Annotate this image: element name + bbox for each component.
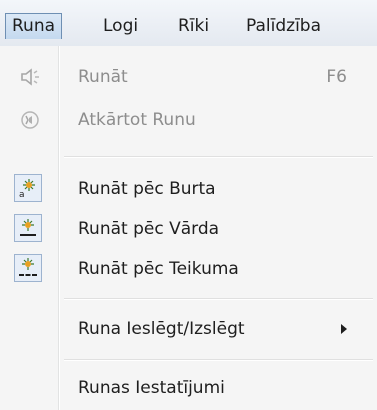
- runa-dropdown-menu: Runāt F6 Atkārtot Runu a Runāt pēc Burta: [0, 46, 377, 410]
- menu-bar: Runa Logi Rīki Palīdzība: [0, 0, 377, 47]
- menu-item-label: Runāt pēc Burta: [78, 179, 216, 199]
- svg-text:a: a: [19, 190, 25, 199]
- menu-item-runat: Runāt F6: [4, 58, 373, 96]
- menu-item-runa-ieslegt-izslegt[interactable]: Runa Ieslēgt/Izslēgt: [4, 310, 373, 348]
- menu-item-runat-pec-teikuma[interactable]: Runāt pēc Teikuma: [4, 250, 373, 288]
- menu-item-label: Runāt pēc Teikuma: [78, 259, 239, 279]
- menu-item-runat-pec-burta[interactable]: a Runāt pēc Burta: [4, 170, 373, 208]
- speak-word-icon: [14, 214, 42, 242]
- menu-item-label: Runa Ieslēgt/Izslēgt: [78, 319, 245, 339]
- menu-separator: [64, 298, 373, 300]
- menu-item-label: Runas Iestatījumi: [78, 378, 225, 398]
- menu-item-label: Runāt pēc Vārda: [78, 219, 220, 239]
- menu-item-runas-iestatijumi[interactable]: Runas Iestatījumi: [4, 369, 373, 407]
- submenu-arrow-icon: [341, 324, 347, 334]
- menu-item-label: Atkārtot Runu: [78, 110, 196, 130]
- menu-item-atkartot-runu: Atkārtot Runu: [4, 101, 373, 139]
- menu-palidziba[interactable]: Palīdzība: [240, 13, 327, 39]
- speak-letter-icon: a: [14, 174, 42, 202]
- menu-separator: [64, 359, 373, 361]
- menu-item-shortcut: F6: [326, 67, 347, 87]
- speak-sentence-icon: [14, 254, 42, 282]
- menu-runa[interactable]: Runa: [5, 13, 63, 39]
- menu-riki[interactable]: Rīki: [172, 13, 215, 39]
- menu-separator: [64, 156, 373, 158]
- speaker-icon: [18, 65, 42, 89]
- repeat-icon: [18, 108, 42, 132]
- menu-item-runat-pec-varda[interactable]: Runāt pēc Vārda: [4, 210, 373, 248]
- menu-item-label: Runāt: [78, 67, 128, 87]
- menu-logi[interactable]: Logi: [97, 13, 144, 39]
